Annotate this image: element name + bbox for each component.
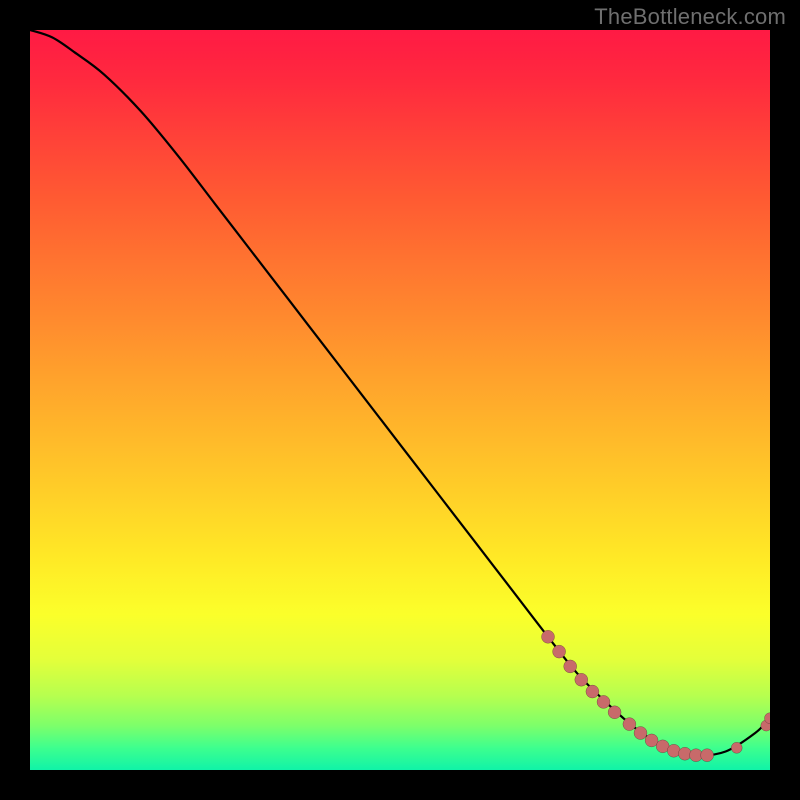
plot-gradient-background (30, 30, 770, 770)
watermark-text: TheBottleneck.com (594, 4, 786, 30)
chart-frame: TheBottleneck.com (0, 0, 800, 800)
